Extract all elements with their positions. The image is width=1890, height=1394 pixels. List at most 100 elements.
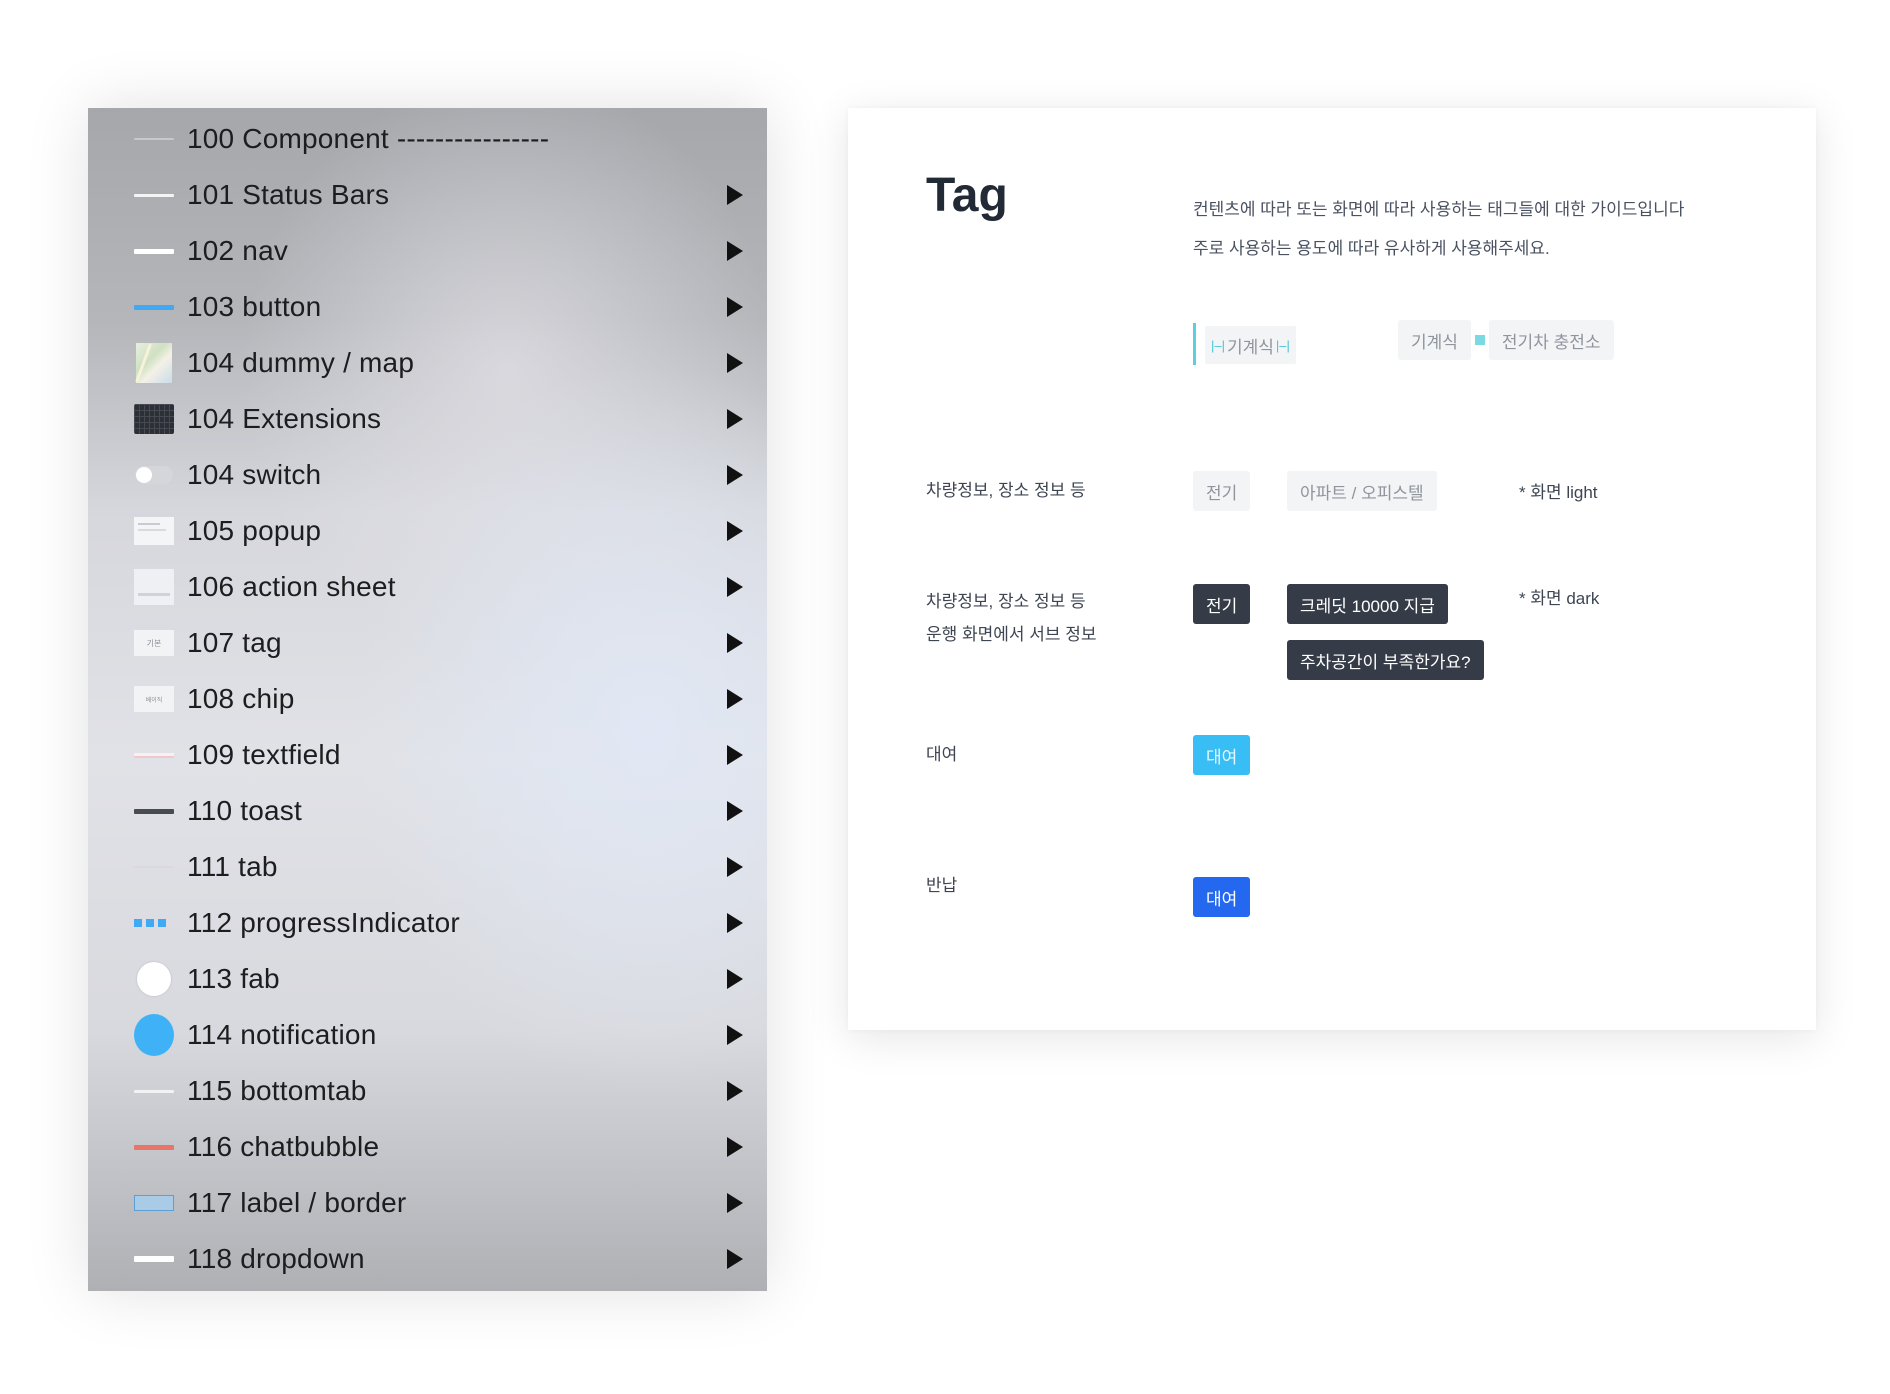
submenu-arrow-icon: [727, 689, 743, 709]
menu-item-label: 113 fab: [187, 963, 280, 994]
menu-item-extensions[interactable]: 104 Extensions: [88, 391, 767, 447]
menu-item-label: 104 switch: [187, 459, 322, 490]
row-label: 대여: [926, 738, 957, 771]
theme-note: * 화면 dark: [1519, 589, 1600, 608]
submenu-arrow-icon: [727, 409, 743, 429]
tab-thumbnail-icon: [134, 847, 174, 887]
menu-item-label: 101 Status Bars: [187, 179, 390, 210]
menu-item-chatbubble[interactable]: 116 chatbubble: [88, 1119, 767, 1175]
submenu-arrow-icon: [727, 1025, 743, 1045]
menu-item-textfield[interactable]: 109 textfield: [88, 727, 767, 783]
tag-thumbnail-icon: 기본: [134, 623, 174, 663]
menu-item-fab[interactable]: 113 fab: [88, 951, 767, 1007]
menu-item-tab[interactable]: 111 tab: [88, 839, 767, 895]
padding-marker-icon: |–|: [1275, 337, 1290, 353]
submenu-arrow-icon: [727, 465, 743, 485]
menu-item-progress-indicator[interactable]: 112 progressIndicator: [88, 895, 767, 951]
submenu-arrow-icon: [727, 521, 743, 541]
popup-thumbnail-icon: [134, 511, 174, 551]
row-label: 반납: [926, 869, 957, 902]
status-bar-thumbnail-icon: [134, 175, 174, 215]
menu-item-notification[interactable]: 114 notification: [88, 1007, 767, 1063]
chatbubble-thumbnail-icon: [134, 1127, 174, 1167]
submenu-arrow-icon: [727, 633, 743, 653]
map-thumbnail-icon: [134, 343, 174, 383]
progress-dots-thumbnail-icon: [134, 903, 174, 943]
submenu-arrow-icon: [727, 969, 743, 989]
menu-item-label: 106 action sheet: [187, 571, 396, 602]
menu-item-label: 105 popup: [187, 515, 322, 546]
submenu-arrow-icon: [727, 1193, 743, 1213]
guide-description-line: 주로 사용하는 용도에 따라 유사하게 사용해주세요.: [1193, 239, 1550, 258]
submenu-arrow-icon: [727, 1249, 743, 1269]
menu-item-dropdown[interactable]: 118 dropdown: [88, 1231, 767, 1287]
textfield-thumbnail-icon: [134, 735, 174, 775]
menu-item-label: 118 dropdown: [187, 1243, 365, 1274]
menu-item-popup[interactable]: 105 popup: [88, 503, 767, 559]
submenu-arrow-icon: [727, 913, 743, 933]
submenu-arrow-icon: [727, 297, 743, 317]
menu-item-chip[interactable]: 베이직 108 chip: [88, 671, 767, 727]
menu-item-nav[interactable]: 102 nav: [88, 223, 767, 279]
label-border-thumbnail-icon: [134, 1183, 174, 1223]
menu-item-component-header: 100 Component ----------------: [88, 111, 767, 167]
theme-note: * 화면 light: [1519, 483, 1598, 502]
row-label-line: 차량정보, 장소 정보 등: [926, 481, 1086, 500]
component-menu: 100 Component ---------------- 101 Statu…: [88, 108, 767, 1291]
padding-marker-icon: |–|: [1211, 337, 1225, 353]
menu-item-button[interactable]: 103 button: [88, 279, 767, 335]
menu-item-label: 111 tab: [187, 851, 278, 882]
row-label-line: 차량정보, 장소 정보 등: [926, 592, 1086, 611]
gap-marker: [1474, 335, 1485, 345]
menu-item-label: 104 Extensions: [187, 403, 382, 434]
submenu-arrow-icon: [727, 857, 743, 877]
bottomtab-thumbnail-icon: [134, 1071, 174, 1111]
submenu-arrow-icon: [727, 353, 743, 373]
menu-item-label: 116 chatbubble: [187, 1131, 380, 1162]
menu-item-action-sheet[interactable]: 106 action sheet: [88, 559, 767, 615]
submenu-arrow-icon: [727, 1137, 743, 1157]
tag-dark: 주차공간이 부족한가요?: [1287, 640, 1484, 680]
menu-item-bottomtab[interactable]: 115 bottomtab: [88, 1063, 767, 1119]
switch-thumbnail-icon: [134, 455, 174, 495]
submenu-arrow-icon: [727, 1081, 743, 1101]
tag-dark: 전기: [1193, 584, 1251, 624]
tag-rental: 대여: [1193, 735, 1251, 775]
menu-item-label: 100 Component ----------------: [187, 123, 550, 154]
row-label-line: 반납: [926, 876, 958, 895]
menu-item-label: 108 chip: [187, 683, 295, 714]
spacing-marker: [1193, 323, 1196, 365]
menu-item-status-bars[interactable]: 101 Status Bars: [88, 167, 767, 223]
menu-item-label: 114 notification: [187, 1019, 377, 1050]
action-sheet-thumbnail-icon: [134, 567, 174, 607]
keyboard-thumbnail-icon: [134, 399, 174, 439]
menu-item-tag[interactable]: 기본 107 tag: [88, 615, 767, 671]
spec-tag-single: |–| 기계식 |–|: [1205, 326, 1296, 364]
tag-dark: 크레딧 10000 지급: [1287, 584, 1448, 624]
submenu-arrow-icon: [727, 745, 743, 765]
menu-item-label: 104 dummy / map: [187, 347, 415, 378]
menu-item-label-border[interactable]: 117 label / border: [88, 1175, 767, 1231]
submenu-arrow-icon: [727, 577, 743, 597]
chip-thumbnail-icon: 베이직: [134, 679, 174, 719]
toast-thumbnail-icon: [134, 791, 174, 831]
menu-item-switch[interactable]: 104 switch: [88, 447, 767, 503]
tag-light: 아파트 / 오피스텔: [1287, 471, 1437, 511]
dropdown-thumbnail-icon: [134, 1239, 174, 1279]
notification-circle-thumbnail-icon: [134, 1014, 174, 1056]
menu-item-label: 107 tag: [187, 627, 282, 658]
row-label-line: 대여: [926, 745, 958, 764]
guide-description-line: 컨텐츠에 따라 또는 화면에 따라 사용하는 태그들에 대한 가이드입니다: [1193, 200, 1685, 219]
nav-thumbnail-icon: [134, 231, 174, 271]
menu-item-label: 109 textfield: [187, 739, 341, 770]
spec-tag-pair: 기계식 전기차 충전소: [1398, 320, 1614, 360]
guide-description: 컨텐츠에 따라 또는 화면에 따라 사용하는 태그들에 대한 가이드입니다 주로…: [1193, 190, 1793, 268]
menu-item-label: 103 button: [187, 291, 322, 322]
menu-item-label: 115 bottomtab: [187, 1075, 367, 1106]
menu-item-toast[interactable]: 110 toast: [88, 783, 767, 839]
menu-item-label: 110 toast: [187, 795, 302, 826]
spec-tag-first: 기계식: [1398, 320, 1471, 360]
separator-thumbnail-icon: [134, 119, 174, 159]
menu-item-dummy-map[interactable]: 104 dummy / map: [88, 335, 767, 391]
button-thumbnail-icon: [134, 287, 174, 327]
